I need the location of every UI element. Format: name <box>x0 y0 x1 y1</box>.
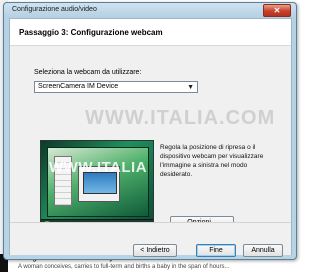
back-button[interactable]: < Indietro <box>133 244 177 257</box>
wizard-header: Passaggio 3: Configurazione webcam <box>10 19 291 46</box>
preview-watermark: WWW.ITALIA <box>49 159 148 176</box>
chevron-down-icon: ▼ <box>187 84 194 91</box>
dialog-client-area: Passaggio 3: Configurazione webcam Selez… <box>9 18 292 257</box>
webcam-select-label: Seleziona la webcam da utilizzare: <box>34 69 142 76</box>
dialog-title: Configurazione audio/video <box>12 6 97 13</box>
webcam-preview: WWW.ITALIA <box>40 140 154 230</box>
cancel-button[interactable]: Annulla <box>243 244 283 257</box>
wizard-footer: < Indietro Fine Annulla <box>10 222 291 257</box>
webcam-dropdown-value: ScreenCamera IM Device <box>38 83 119 90</box>
webcam-setup-dialog: Configurazione audio/video ✕ Passaggio 3… <box>3 2 297 260</box>
close-icon: ✕ <box>273 6 281 15</box>
finish-button[interactable]: Fine <box>196 244 236 257</box>
step-title: Passaggio 3: Configurazione webcam <box>19 28 163 37</box>
preview-desktop <box>47 147 149 217</box>
close-button[interactable]: ✕ <box>263 4 291 17</box>
webcam-dropdown[interactable]: ScreenCamera IM Device ▼ <box>34 81 198 93</box>
page-watermark: WWW.ITALIA.COM <box>85 107 276 129</box>
dialog-titlebar[interactable]: Configurazione audio/video ✕ <box>4 3 296 17</box>
preview-instructions: Regola la posizione di ripresa o il disp… <box>160 144 264 178</box>
background-text: A woman conceives, carries to full-term … <box>18 264 230 270</box>
